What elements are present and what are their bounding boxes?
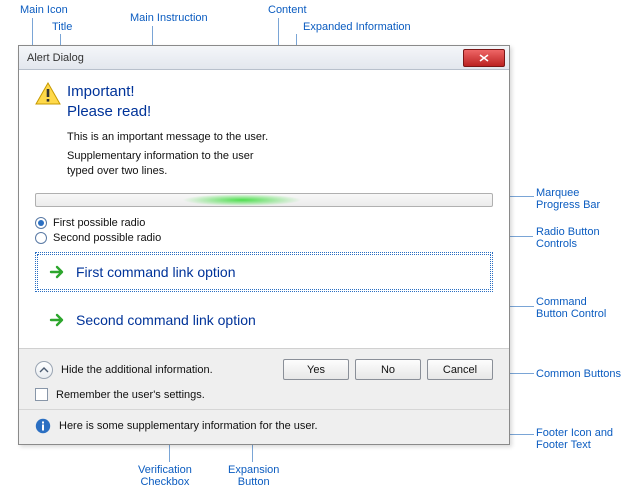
callout-verification: Verification Checkbox — [138, 464, 192, 488]
main-instruction-line2: Please read! — [67, 102, 151, 122]
expanded-info-line1: Supplementary information to the user — [67, 149, 493, 164]
verification-label: Remember the user's settings. — [56, 389, 205, 401]
arrow-right-icon — [48, 263, 66, 281]
callout-content: Content — [268, 4, 307, 16]
footer-text: Here is some supplementary information f… — [59, 420, 318, 432]
main-instruction: Important! Please read! — [67, 82, 151, 122]
callout-command-button: Command Button Control — [536, 296, 606, 320]
titlebar[interactable]: Alert Dialog — [19, 46, 509, 70]
radio-option-1[interactable]: First possible radio — [35, 217, 493, 229]
callout-common-buttons: Common Buttons — [536, 368, 621, 380]
separator — [19, 409, 509, 410]
main-instruction-line1: Important! — [67, 82, 151, 102]
radio-label: First possible radio — [53, 217, 145, 229]
callout-main-icon: Main Icon — [20, 4, 68, 16]
no-button[interactable]: No — [355, 359, 421, 380]
command-link-1[interactable]: First command link option — [35, 252, 493, 292]
radio-icon — [35, 217, 47, 229]
alert-dialog: Alert Dialog Important! Please read! Thi… — [18, 45, 510, 445]
button-label: Cancel — [443, 364, 477, 376]
info-icon — [35, 418, 51, 434]
callout-title: Title — [52, 21, 72, 33]
command-link-2[interactable]: Second command link option — [35, 300, 493, 340]
button-label: Yes — [307, 364, 325, 376]
verification-checkbox[interactable] — [35, 388, 48, 401]
command-link-label: First command link option — [76, 264, 236, 280]
cancel-button[interactable]: Cancel — [427, 359, 493, 380]
yes-button[interactable]: Yes — [283, 359, 349, 380]
button-row: Yes No Cancel — [277, 359, 493, 380]
expand-collapse-button[interactable] — [35, 361, 53, 379]
command-link-label: Second command link option — [76, 312, 256, 328]
radio-label: Second possible radio — [53, 232, 161, 244]
callout-marquee: Marquee Progress Bar — [536, 187, 600, 211]
dialog-footer: Hide the additional information. Yes No … — [19, 348, 509, 444]
expanded-info-line2: typed over two lines. — [67, 164, 493, 179]
close-button[interactable] — [463, 49, 505, 67]
callout-main-instruction: Main Instruction — [130, 12, 208, 24]
radio-option-2[interactable]: Second possible radio — [35, 232, 493, 244]
radio-icon — [35, 232, 47, 244]
callout-footer: Footer Icon and Footer Text — [536, 427, 613, 451]
marquee-progress-bar — [35, 193, 493, 207]
content-area: Important! Please read! This is an impor… — [19, 70, 509, 348]
content-text: This is an important message to the user… — [67, 130, 493, 145]
arrow-right-icon — [48, 311, 66, 329]
leader-line — [508, 373, 534, 374]
chevron-up-icon — [39, 367, 49, 373]
expand-label: Hide the additional information. — [61, 364, 213, 376]
callout-expansion: Expansion Button — [228, 464, 279, 488]
callout-expanded-info: Expanded Information — [303, 21, 411, 33]
window-title: Alert Dialog — [27, 52, 84, 64]
button-label: No — [381, 364, 395, 376]
warning-icon — [35, 82, 67, 122]
close-icon — [479, 54, 489, 62]
callout-radio-controls: Radio Button Controls — [536, 226, 600, 250]
